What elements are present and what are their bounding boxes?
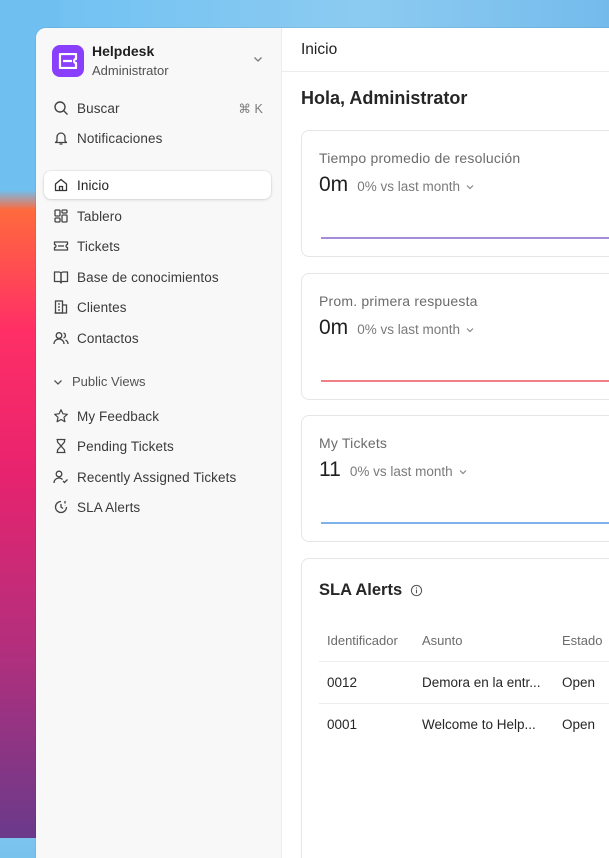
public-views-toggle[interactable]: Public Views [52, 374, 145, 389]
dashboard-icon [53, 208, 69, 224]
sidebar: Helpdesk Administrator Buscar ⌘ K Notifi… [36, 28, 282, 858]
users-icon [53, 330, 69, 346]
sidebar-item-pending-tickets[interactable]: Pending Tickets [44, 432, 271, 460]
metric-title: Prom. primera respuesta [319, 293, 478, 309]
sla-table: Identificador Asunto Estado 0012 Demora … [319, 619, 609, 745]
clock-alert-icon [53, 499, 69, 515]
page-title: Hola, Administrator [301, 88, 468, 108]
info-icon[interactable] [410, 584, 423, 597]
metric-delta: 0% vs last month [349, 464, 453, 479]
chevron-down-icon [466, 327, 474, 332]
column-header[interactable]: Asunto [414, 619, 554, 662]
table-row[interactable]: 0012 Demora en la entr... Open [319, 661, 609, 704]
metric-delta: 0% vs last month [357, 179, 460, 194]
sidebar-item-tickets[interactable]: Tickets [44, 232, 271, 260]
metric-card-my-tickets: My Tickets 11 0% vs last month [301, 415, 609, 542]
app-window: Helpdesk Administrator Buscar ⌘ K Notifi… [36, 28, 609, 858]
bell-icon [53, 130, 69, 146]
sidebar-item-label: SLA Alerts [77, 499, 141, 515]
ticket-status: Open [554, 703, 609, 745]
sidebar-item-sla-alerts[interactable]: SLA Alerts [44, 493, 271, 521]
metric-card-resolution-time: Tiempo promedio de resolución 0m 0% vs l… [301, 130, 609, 257]
sidebar-item-label: My Feedback [77, 408, 160, 424]
sidebar-item-my-feedback[interactable]: My Feedback [44, 402, 271, 430]
search-icon [53, 100, 69, 116]
breadcrumb: Inicio [282, 28, 609, 72]
metric-delta-dropdown[interactable]: 0% vs last month [350, 464, 468, 479]
chevron-down-icon [254, 57, 262, 62]
metric-title: Tiempo promedio de resolución [319, 150, 521, 166]
notifications-button[interactable]: Notificaciones [44, 124, 271, 152]
sidebar-item-contactos[interactable]: Contactos [44, 324, 271, 352]
search-shortcut: ⌘ K [238, 101, 263, 116]
helpdesk-logo-icon [52, 45, 84, 77]
table-row[interactable]: 0001 Welcome to Help... Open [319, 703, 609, 745]
metric-value: 0m [319, 316, 349, 339]
sidebar-item-base-de-conocimientos[interactable]: Base de conocimientos [44, 263, 271, 291]
sla-title: SLA Alerts [319, 581, 403, 599]
notifications-label: Notificaciones [77, 130, 163, 146]
metric-trend-line [321, 237, 609, 239]
metric-value: 0m [319, 173, 349, 196]
search-button[interactable]: Buscar ⌘ K [44, 94, 271, 122]
column-header[interactable]: Estado [554, 619, 609, 662]
public-views-title: Public Views [72, 374, 146, 389]
sidebar-item-label: Recently Assigned Tickets [77, 469, 237, 485]
main-content: Inicio Hola, Administrator Tiempo promed… [282, 28, 609, 858]
sidebar-item-tablero[interactable]: Tablero [44, 202, 271, 230]
chevron-down-icon [54, 379, 62, 385]
metric-delta-dropdown[interactable]: 0% vs last month [357, 179, 475, 194]
chevron-down-icon [459, 469, 467, 474]
ticket-id: 0001 [319, 703, 414, 745]
sidebar-item-recently-assigned-tickets[interactable]: Recently Assigned Tickets [44, 463, 271, 491]
book-icon [53, 269, 69, 285]
hourglass-icon [53, 438, 69, 454]
ticket-id: 0012 [319, 661, 414, 704]
metric-delta: 0% vs last month [357, 322, 460, 337]
sidebar-item-label: Pending Tickets [77, 438, 174, 454]
sidebar-item-label: Base de conocimientos [77, 269, 219, 285]
user-check-icon [53, 469, 69, 485]
home-icon [53, 177, 69, 193]
desktop-wallpaper-top [0, 0, 609, 30]
brand-name: Helpdesk [92, 43, 155, 59]
breadcrumb-current: Inicio [301, 40, 338, 58]
building-icon [53, 299, 69, 315]
ticket-subject: Welcome to Help... [414, 703, 554, 745]
metric-card-first-response: Prom. primera respuesta 0m 0% vs last mo… [301, 273, 609, 400]
sidebar-item-label: Tickets [77, 238, 120, 254]
metric-value: 11 [319, 458, 341, 481]
sidebar-item-inicio[interactable]: Inicio [44, 171, 271, 199]
star-icon [53, 408, 69, 424]
search-label: Buscar [77, 100, 120, 116]
chevron-down-icon [466, 184, 474, 189]
sidebar-item-label: Contactos [77, 330, 139, 346]
sidebar-item-clientes[interactable]: Clientes [44, 293, 271, 321]
metric-title: My Tickets [319, 435, 388, 451]
ticket-subject: Demora en la entr... [414, 661, 554, 704]
sidebar-item-label: Inicio [77, 177, 110, 193]
metric-trend-line [321, 522, 609, 524]
sidebar-item-label: Clientes [77, 299, 127, 315]
metric-trend-line [321, 380, 609, 382]
ticket-status: Open [554, 661, 609, 704]
sidebar-item-label: Tablero [77, 208, 122, 224]
column-header[interactable]: Identificador [319, 619, 414, 662]
metric-delta-dropdown[interactable]: 0% vs last month [357, 322, 475, 337]
sla-alerts-card: SLA Alerts Identificador Asunto Estado 0… [301, 558, 609, 858]
workspace-switcher[interactable]: Helpdesk Administrator [52, 43, 264, 79]
brand-role: Administrator [92, 63, 169, 78]
ticket-icon [53, 238, 69, 254]
